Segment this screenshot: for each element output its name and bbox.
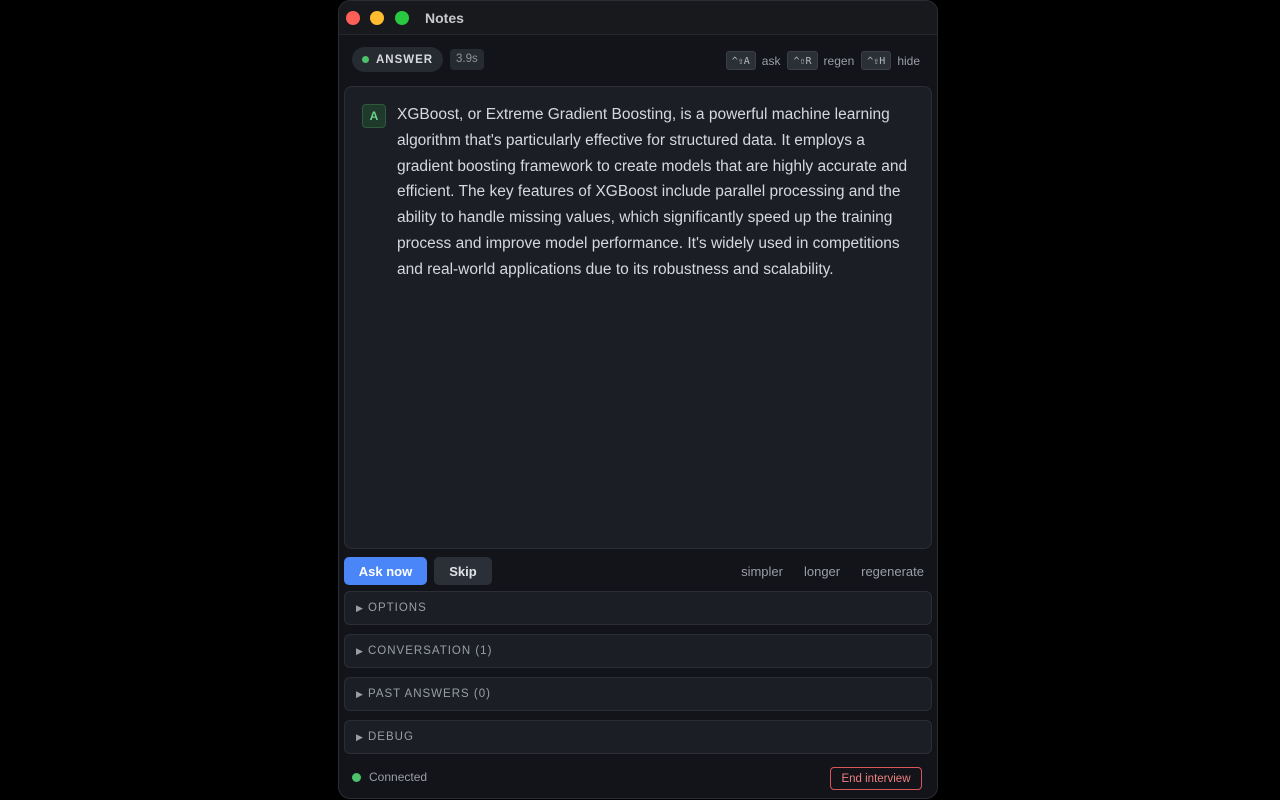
simpler-link[interactable]: simpler xyxy=(741,564,783,579)
answer-modifiers: simpler longer regenerate xyxy=(741,564,924,579)
connection-status-label: Connected xyxy=(369,770,428,784)
elapsed-time-badge: 3.9s xyxy=(450,49,484,70)
title-bar: Notes xyxy=(339,1,937,35)
caret-right-icon: ▶ xyxy=(356,602,363,613)
toolbar: ANSWER 3.9s ^⇧A ask ^⇧R regen ^⇧H hide xyxy=(339,35,937,85)
ask-now-button[interactable]: Ask now xyxy=(344,557,427,585)
conversation-section-label: CONVERSATION (1) xyxy=(368,645,493,657)
window-title: Notes xyxy=(425,10,464,26)
conversation-section-toggle[interactable]: ▶ CONVERSATION (1) xyxy=(344,634,932,668)
caret-right-icon: ▶ xyxy=(356,688,363,699)
skip-button[interactable]: Skip xyxy=(434,557,492,585)
longer-link[interactable]: longer xyxy=(804,564,840,579)
answer-text: XGBoost, or Extreme Gradient Boosting, i… xyxy=(397,106,908,278)
mode-label: ANSWER xyxy=(376,53,434,66)
notes-window: Notes ANSWER 3.9s ^⇧A ask ^⇧R regen ^⇧H … xyxy=(338,0,938,799)
caret-right-icon: ▶ xyxy=(356,731,363,742)
shortcut-ask-label: ask xyxy=(761,53,781,68)
regenerate-link[interactable]: regenerate xyxy=(861,564,924,579)
close-window-button[interactable] xyxy=(346,11,360,25)
caret-right-icon: ▶ xyxy=(356,645,363,656)
shortcut-hide-keys: ^⇧H xyxy=(861,51,892,70)
zoom-window-button[interactable] xyxy=(395,11,409,25)
end-interview-button[interactable]: End interview xyxy=(830,767,922,790)
action-bar: Ask now Skip simpler longer regenerate xyxy=(344,557,932,586)
answer-card: A XGBoost, or Extreme Gradient Boosting,… xyxy=(344,86,932,549)
shortcut-ask-keys: ^⇧A xyxy=(725,51,756,70)
mode-status-dot-icon xyxy=(362,56,369,63)
options-section-label: OPTIONS xyxy=(368,602,427,614)
minimize-window-button[interactable] xyxy=(370,11,384,25)
shortcut-hints: ^⇧A ask ^⇧R regen ^⇧H hide xyxy=(725,51,921,70)
debug-section-toggle[interactable]: ▶ DEBUG xyxy=(344,720,932,754)
shortcut-regen-keys: ^⇧R xyxy=(787,51,818,70)
shortcut-regen-label: regen xyxy=(823,53,855,68)
debug-section-label: DEBUG xyxy=(368,731,414,743)
options-section-toggle[interactable]: ▶ OPTIONS xyxy=(344,591,932,625)
connection-status-icon xyxy=(352,773,361,782)
mode-badge: ANSWER xyxy=(352,47,444,72)
answer-avatar: A xyxy=(362,104,386,128)
status-footer: Connected End interview xyxy=(339,761,937,795)
shortcut-hide-label: hide xyxy=(897,53,920,68)
past-answers-section-toggle[interactable]: ▶ PAST ANSWERS (0) xyxy=(344,677,932,711)
past-answers-section-label: PAST ANSWERS (0) xyxy=(368,688,491,700)
